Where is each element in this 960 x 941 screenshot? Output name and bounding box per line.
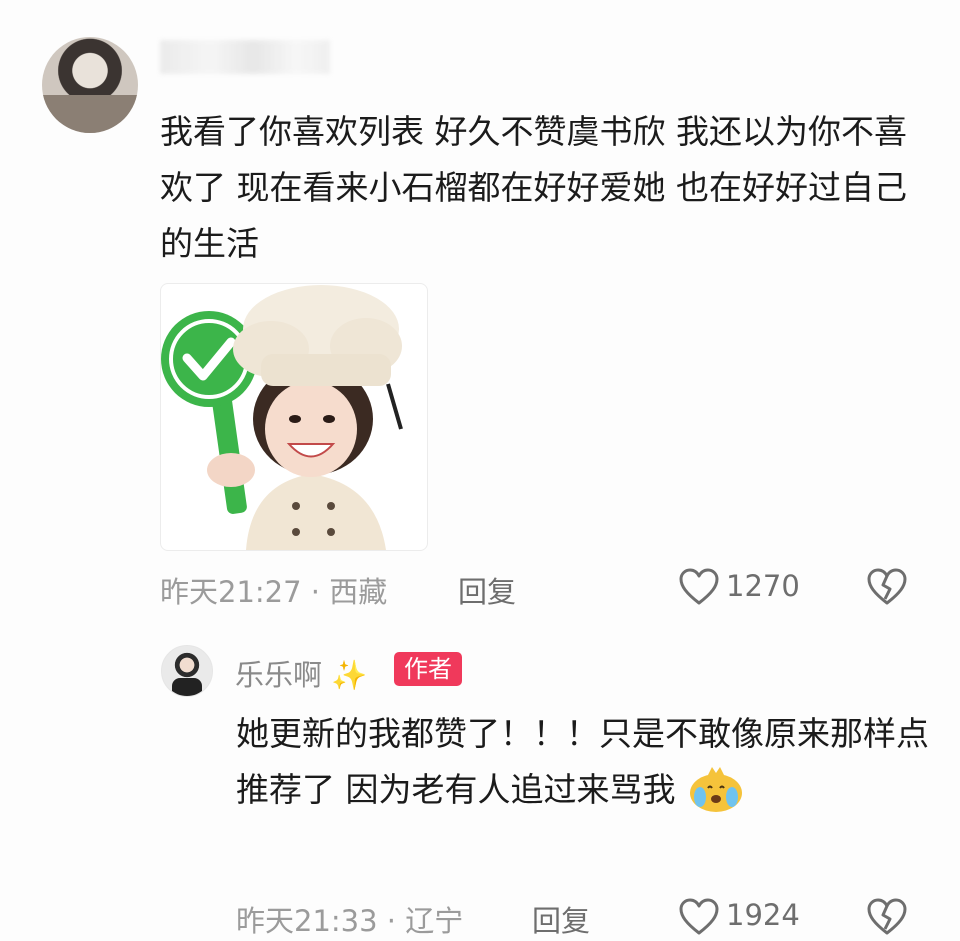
reply-avatar[interactable]: [161, 645, 213, 697]
like-count: 1270: [726, 569, 800, 603]
broken-heart-icon: [867, 568, 907, 605]
comment-location: 西藏: [329, 575, 388, 609]
reply-time: 昨天21:33: [236, 904, 378, 938]
reply-like-count: 1924: [726, 898, 800, 932]
author-badge: 作者: [394, 652, 462, 686]
reply-reply-button[interactable]: 回复: [532, 898, 590, 940]
reply-text-block: 她更新的我都赞了！！！只是不敢像原来那样点推荐了 因为老有人追过来骂我: [236, 706, 936, 818]
meta-separator: ·: [310, 575, 321, 609]
heart-outline-icon: [679, 898, 719, 935]
reply-like-button[interactable]: [678, 897, 720, 941]
crying-face-emoji: [686, 763, 746, 813]
sparkles-icon: ✨: [331, 658, 368, 692]
commenter-avatar[interactable]: [42, 37, 138, 133]
commenter-username-blurred[interactable]: [160, 40, 330, 74]
dislike-button[interactable]: [866, 567, 908, 611]
meta-separator: ·: [386, 904, 397, 938]
reply-dislike-button[interactable]: [866, 897, 908, 941]
reply-text: 她更新的我都赞了！！！只是不敢像原来那样点推荐了 因为老有人追过来骂我: [236, 714, 929, 809]
comment-text: 我看了你喜欢列表 好久不赞虞书欣 我还以为你不喜欢了 现在看来小石榴都在好好爱她…: [160, 112, 907, 263]
comment-time: 昨天21:27: [160, 575, 302, 609]
broken-heart-icon: [867, 898, 907, 935]
reply-location: 辽宁: [405, 904, 464, 938]
reply-username-text: 乐乐啊: [235, 658, 323, 692]
comment-sticker-image[interactable]: [160, 283, 428, 551]
reply-meta: 昨天21:33 · 辽宁: [236, 898, 463, 940]
reply-button[interactable]: 回复: [458, 569, 516, 611]
like-button[interactable]: [678, 567, 720, 611]
comment-meta: 昨天21:27 · 西藏: [160, 569, 387, 611]
reply-username[interactable]: 乐乐啊 ✨: [235, 652, 367, 694]
heart-outline-icon: [679, 568, 719, 605]
